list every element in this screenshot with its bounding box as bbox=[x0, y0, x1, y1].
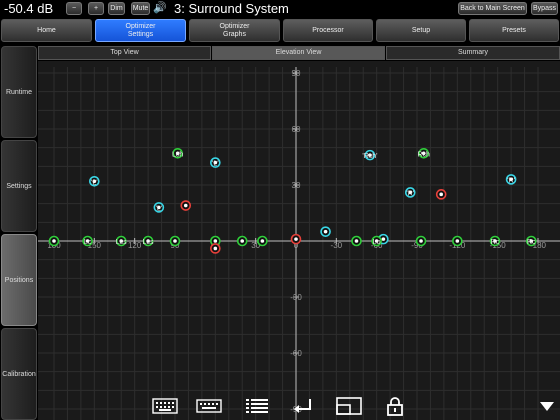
speaker-marker-center bbox=[213, 246, 218, 251]
tab-home[interactable]: Home bbox=[1, 19, 92, 42]
speaker-label: 'L' bbox=[156, 205, 163, 212]
volume-down-button[interactable]: − bbox=[66, 2, 82, 15]
y-tick-label: 90 bbox=[292, 69, 301, 78]
speaker-marker-center bbox=[213, 239, 218, 243]
speaker-marker-center bbox=[381, 237, 386, 241]
tab-processor[interactable]: Processor bbox=[283, 19, 373, 42]
speaker-label: 'L' bbox=[91, 179, 98, 186]
tab-top-view[interactable]: Top View bbox=[38, 46, 211, 60]
chevron-down-icon[interactable] bbox=[540, 402, 554, 411]
y-tick-label: 60 bbox=[292, 125, 301, 134]
keyboard-small-icon[interactable] bbox=[196, 396, 222, 416]
lock-icon[interactable] bbox=[382, 396, 408, 416]
tab-setup[interactable]: Setup bbox=[376, 19, 466, 42]
sidebar: Runtime Settings Positions Calibration bbox=[0, 46, 38, 420]
elevation-plot[interactable]: 1801501209060300-30-60-90-120-150-180906… bbox=[38, 61, 560, 420]
speaker-marker-center bbox=[455, 239, 460, 243]
speaker-marker-center bbox=[240, 239, 245, 243]
tab-optimizer-graphs[interactable]: Optimizer Graphs bbox=[189, 19, 280, 42]
speaker-icon: 🔊 bbox=[153, 2, 167, 14]
speaker-marker-center bbox=[52, 239, 56, 243]
y-tick-label: 30 bbox=[292, 181, 301, 190]
speaker-label: 'R' bbox=[406, 190, 414, 197]
speaker-marker-center bbox=[439, 192, 444, 197]
keyboard-icon[interactable] bbox=[152, 396, 178, 416]
back-to-main-screen-button[interactable]: Back to Main Screen bbox=[458, 2, 527, 15]
speaker-marker-center bbox=[183, 203, 188, 208]
elevation-plot-svg: 1801501209060300-30-60-90-120-150-180906… bbox=[38, 67, 560, 420]
speaker-label: Lcs bbox=[143, 239, 154, 246]
x-tick-label: -30 bbox=[331, 241, 343, 250]
speaker-label: 'L' bbox=[212, 161, 219, 168]
system-name: 3: Surround System bbox=[174, 1, 289, 16]
tab-elevation-view[interactable]: Elevation View bbox=[212, 46, 385, 60]
enter-icon[interactable] bbox=[290, 396, 316, 416]
speaker-label: Rch bbox=[417, 151, 430, 158]
speaker-label: Lo bbox=[373, 239, 381, 246]
speaker-label: Lcs bbox=[116, 239, 127, 246]
window-icon[interactable] bbox=[336, 396, 362, 416]
bypass-button[interactable]: Bypass bbox=[531, 2, 558, 15]
speaker-label: Rc bbox=[527, 239, 536, 246]
sidebar-item-settings[interactable]: Settings bbox=[1, 140, 37, 232]
main-tabs: Home Optimizer Settings Optimizer Graphs… bbox=[0, 18, 560, 43]
x-tick-label: 120 bbox=[128, 241, 142, 250]
speaker-marker-center bbox=[323, 229, 328, 234]
speaker-marker-center bbox=[354, 239, 359, 243]
speaker-marker-center bbox=[294, 237, 298, 241]
sidebar-item-runtime[interactable]: Runtime bbox=[1, 46, 37, 138]
y-tick-label: -60 bbox=[290, 349, 302, 358]
top-bar: -50.4 dB − + Dim Mute 🔊 3: Surround Syst… bbox=[0, 0, 560, 18]
y-tick-label: -30 bbox=[290, 293, 302, 302]
bottom-toolbar bbox=[140, 394, 420, 420]
speaker-label: Lch bbox=[172, 151, 183, 158]
list-icon[interactable] bbox=[244, 396, 270, 416]
speaker-marker-center bbox=[260, 239, 265, 243]
tab-optimizer-settings[interactable]: Optimizer Settings bbox=[95, 19, 186, 42]
view-tabs: Top View Elevation View Summary bbox=[38, 46, 560, 60]
speaker-marker-center bbox=[173, 239, 177, 243]
sidebar-item-calibration[interactable]: Calibration bbox=[1, 328, 37, 420]
tab-presets[interactable]: Presets bbox=[469, 19, 559, 42]
mute-button[interactable]: Mute bbox=[131, 2, 150, 15]
volume-up-button[interactable]: + bbox=[88, 2, 104, 15]
speaker-marker-center bbox=[419, 239, 423, 243]
speaker-label: 'Rch' bbox=[362, 153, 377, 160]
speaker-label: Rc bbox=[491, 239, 500, 246]
speaker-label: 'R' bbox=[507, 177, 515, 184]
tab-summary[interactable]: Summary bbox=[386, 46, 560, 60]
speaker-label: Lc bbox=[84, 239, 92, 246]
dim-button[interactable]: Dim bbox=[108, 2, 125, 15]
volume-readout: -50.4 dB bbox=[4, 1, 54, 16]
sidebar-item-positions[interactable]: Positions bbox=[1, 234, 37, 326]
